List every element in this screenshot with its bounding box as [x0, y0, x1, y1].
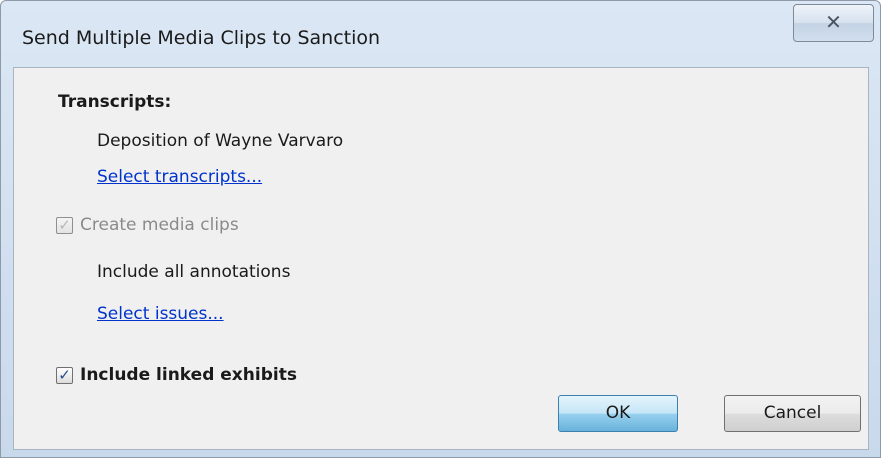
cancel-button[interactable]: Cancel	[724, 395, 861, 432]
select-issues-link[interactable]: Select issues...	[97, 304, 224, 324]
close-button[interactable]: ✕	[793, 4, 874, 42]
include-annotations-text: Include all annotations	[97, 262, 291, 282]
select-transcripts-link[interactable]: Select transcripts...	[97, 167, 262, 187]
dialog-title: Send Multiple Media Clips to Sanction	[22, 27, 381, 49]
dialog-content: Transcripts: Deposition of Wayne Varvaro…	[13, 67, 869, 450]
transcripts-label: Transcripts:	[58, 92, 172, 112]
include-linked-exhibits-option[interactable]: ✓ Include linked exhibits	[56, 365, 297, 385]
create-media-clips-option: ✓ Create media clips	[56, 215, 239, 235]
selected-transcript: Deposition of Wayne Varvaro	[97, 131, 344, 151]
include-linked-exhibits-label[interactable]: Include linked exhibits	[80, 365, 297, 385]
include-linked-exhibits-checkbox[interactable]: ✓	[56, 365, 73, 384]
checkmark-icon: ✓	[58, 365, 71, 384]
create-media-clips-label: Create media clips	[80, 215, 239, 235]
dialog-window: Send Multiple Media Clips to Sanction ✕ …	[0, 0, 881, 458]
create-media-clips-checkbox: ✓	[56, 215, 73, 234]
close-x-icon: ✕	[825, 10, 842, 34]
ok-button[interactable]: OK	[558, 395, 678, 432]
checkmark-icon: ✓	[58, 215, 71, 234]
